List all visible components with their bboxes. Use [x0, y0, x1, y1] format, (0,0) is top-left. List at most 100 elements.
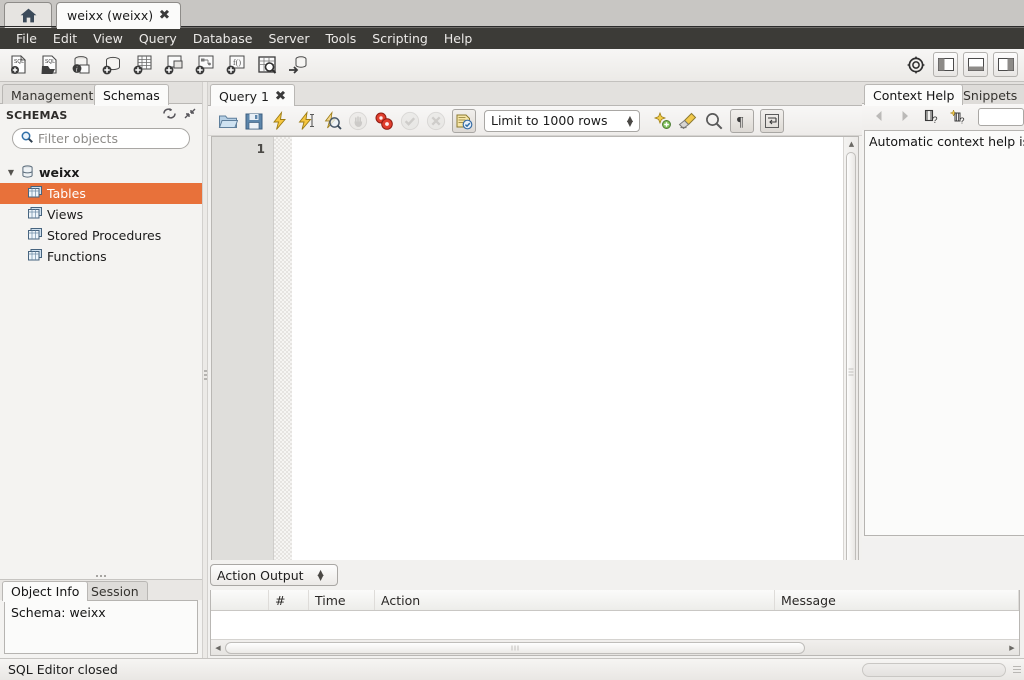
menu-server[interactable]: Server	[260, 29, 317, 48]
editor-vertical-scrollbar[interactable]: ▲ ▼	[843, 137, 858, 607]
menu-tools[interactable]: Tools	[317, 29, 364, 48]
menu-file[interactable]: File	[8, 29, 45, 48]
close-icon[interactable]: ✖	[159, 9, 170, 22]
row-limit-value: Limit to 1000 rows	[491, 113, 608, 128]
action-output-scrollbar[interactable]: ◀ ▶	[211, 639, 1019, 655]
server-info-icon[interactable]: i	[69, 53, 93, 77]
inspect-table-icon[interactable]	[255, 53, 279, 77]
tree-item-tables[interactable]: Tables	[0, 183, 202, 204]
context-help-tab-bar: Context Help Snippets	[862, 82, 1024, 106]
tab-object-info-label: Object Info	[11, 584, 80, 599]
menu-edit[interactable]: Edit	[45, 29, 85, 48]
resize-grip-icon[interactable]	[1013, 666, 1021, 673]
status-bar: SQL Editor closed	[0, 658, 1024, 680]
connection-tab[interactable]: weixx (weixx) ✖	[56, 2, 181, 29]
tab-snippets-label: Snippets	[963, 87, 1018, 103]
output-type-select[interactable]: Action Output ▲ ▼	[210, 564, 338, 586]
left-sidebar: Management Schemas SCHEMAS Filter object…	[0, 82, 202, 658]
toggle-output-button[interactable]	[963, 52, 988, 77]
toggle-autocommit-icon[interactable]	[452, 108, 476, 133]
tab-management[interactable]: Management	[2, 84, 103, 105]
tab-object-info[interactable]: Object Info	[2, 581, 89, 602]
output-type-value: Action Output	[217, 567, 304, 583]
connection-tab-label: weixx (weixx)	[67, 8, 154, 23]
scrollbar-thumb[interactable]	[225, 641, 805, 654]
menu-database[interactable]: Database	[185, 29, 261, 48]
schema-tree: ▼ weixx Tables Views Stored Procedures F…	[0, 162, 202, 566]
sidebar-tab-bar: Management Schemas	[0, 82, 202, 106]
context-help-search-input[interactable]	[978, 108, 1024, 126]
commit-icon	[400, 111, 420, 131]
menu-view[interactable]: View	[85, 29, 131, 48]
editor-gutter: 1	[212, 137, 274, 607]
open-file-icon[interactable]	[218, 111, 239, 131]
menu-help[interactable]: Help	[436, 29, 481, 48]
new-view-icon[interactable]	[162, 53, 186, 77]
sql-editor[interactable]: 1 ▲ ▼	[211, 136, 859, 608]
scroll-right-icon[interactable]: ▶	[1005, 644, 1019, 652]
tree-item-views[interactable]: Views	[0, 204, 202, 225]
svg-text:?: ?	[960, 116, 965, 126]
wrap-lines-icon[interactable]	[760, 108, 784, 133]
refresh-icon[interactable]	[163, 108, 176, 122]
toggle-explain-icon[interactable]	[374, 111, 394, 131]
views-icon	[28, 207, 42, 222]
scrollbar-track[interactable]	[225, 641, 1005, 654]
new-sql-tab-icon[interactable]: SQL	[7, 53, 31, 77]
spinner-icon[interactable]: ▲ ▼	[318, 569, 324, 582]
tab-schemas[interactable]: Schemas	[94, 84, 169, 106]
tree-item-weixx[interactable]: ▼ weixx	[0, 162, 202, 183]
toggle-secondary-sidebar-button[interactable]	[993, 52, 1018, 77]
manual-help-icon[interactable]: ?	[924, 109, 940, 125]
tree-item-stored-procedures[interactable]: Stored Procedures	[0, 225, 202, 246]
tree-item-functions[interactable]: Functions	[0, 246, 202, 267]
output-panel: Action Output ▲ ▼ # Time Action Message ◀	[208, 560, 1024, 658]
close-icon[interactable]: ✖	[275, 90, 286, 103]
back-icon	[872, 109, 888, 125]
scroll-left-icon[interactable]: ◀	[211, 644, 225, 652]
query-1-tab-label: Query 1	[219, 88, 269, 104]
toggle-sidebar-button[interactable]	[933, 52, 958, 77]
execute-current-statement-icon[interactable]	[296, 110, 316, 131]
save-file-icon[interactable]	[244, 111, 264, 131]
automatic-help-icon[interactable]: ?	[949, 109, 966, 126]
column-header-number[interactable]: #	[269, 590, 309, 610]
column-header-action[interactable]: Action	[375, 590, 775, 610]
column-header-message[interactable]: Message	[775, 590, 1019, 610]
home-tab[interactable]	[4, 2, 52, 28]
mysql-workbench-window: weixx (weixx) ✖ File Edit View Query Dat…	[0, 0, 1024, 680]
clear-icon[interactable]	[678, 111, 698, 131]
tab-schemas-label: Schemas	[103, 87, 160, 103]
scroll-up-icon[interactable]: ▲	[844, 137, 859, 151]
action-output-rows	[211, 611, 1019, 639]
editor-text-area[interactable]	[292, 137, 842, 607]
tab-snippets[interactable]: Snippets	[954, 84, 1024, 105]
tab-session[interactable]: Session	[82, 581, 148, 601]
search-target-icon[interactable]	[904, 53, 928, 77]
menu-query[interactable]: Query	[131, 29, 185, 48]
scrollbar-thumb[interactable]	[846, 152, 856, 592]
query-1-tab[interactable]: Query 1 ✖	[210, 84, 295, 108]
sidebar-splitter[interactable]	[0, 574, 202, 578]
filter-objects-input[interactable]: Filter objects	[12, 128, 190, 149]
explain-icon[interactable]	[322, 110, 342, 131]
new-table-icon[interactable]	[131, 53, 155, 77]
find-icon[interactable]	[704, 111, 724, 131]
table-data-export-import-icon[interactable]	[286, 53, 310, 77]
new-function-icon[interactable]: f()	[224, 53, 248, 77]
new-procedure-icon[interactable]	[193, 53, 217, 77]
beautify-icon[interactable]	[652, 111, 672, 131]
svg-text:?: ?	[933, 115, 938, 125]
column-header-time[interactable]: Time	[309, 590, 375, 610]
row-limit-select[interactable]: Limit to 1000 rows ▲ ▼	[484, 109, 640, 132]
column-header-icon[interactable]	[211, 590, 269, 610]
open-sql-script-icon[interactable]: SQL	[38, 53, 62, 77]
tab-context-help[interactable]: Context Help	[864, 84, 964, 106]
execute-icon[interactable]	[270, 110, 290, 131]
collapse-all-icon[interactable]	[184, 108, 196, 122]
chevron-down-icon[interactable]: ▼	[6, 168, 16, 177]
new-schema-icon[interactable]	[100, 53, 124, 77]
spinner-icon[interactable]: ▲ ▼	[627, 114, 633, 127]
invisible-chars-icon[interactable]: ¶	[730, 108, 754, 133]
menu-scripting[interactable]: Scripting	[364, 29, 436, 48]
